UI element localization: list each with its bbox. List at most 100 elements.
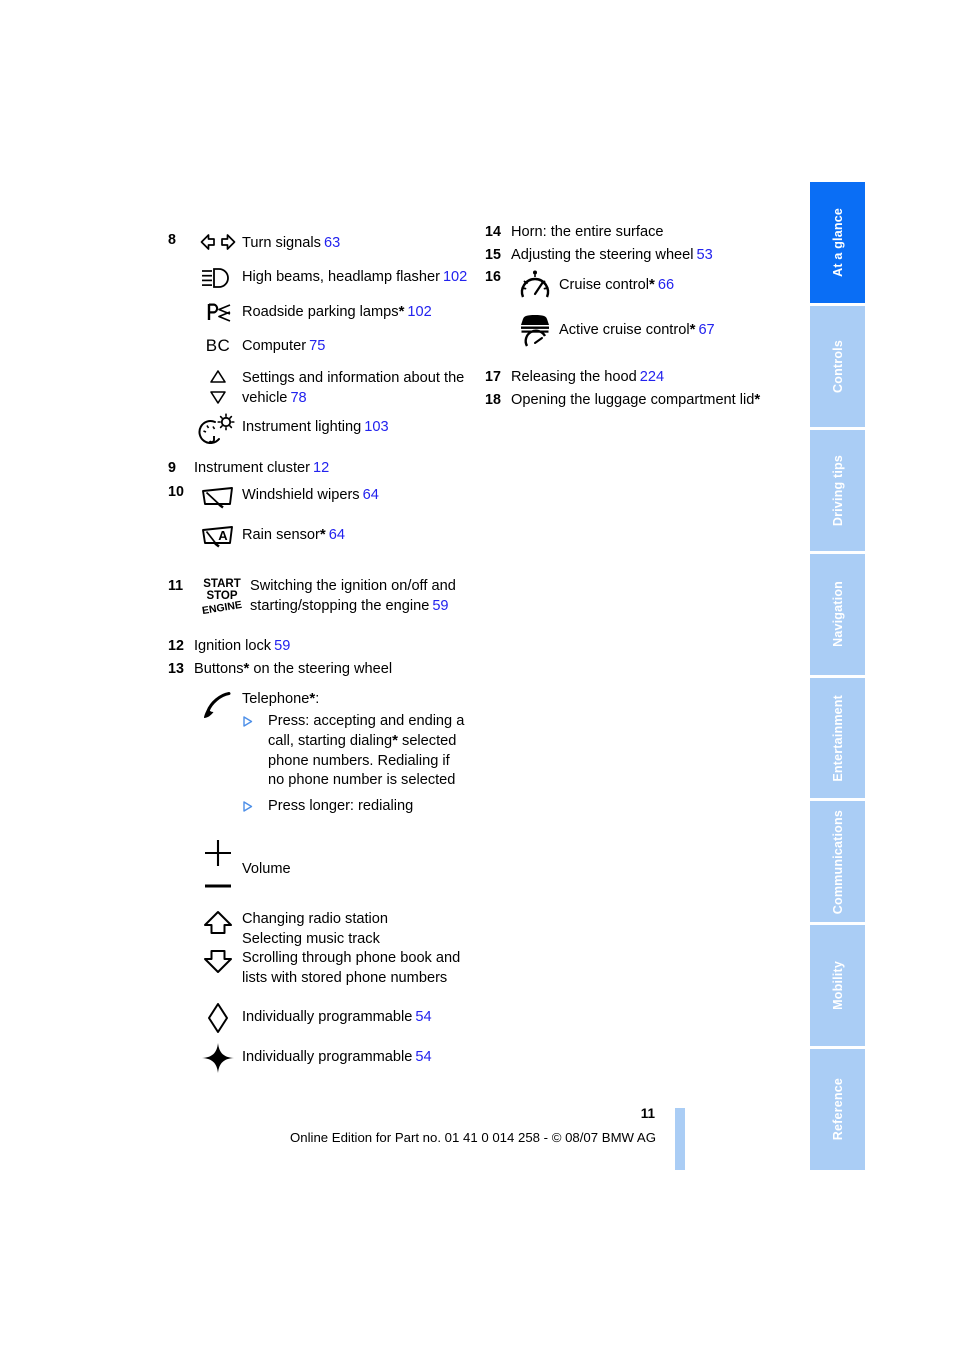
entry-settings-information-label: Settings and information about the vehic… [242, 370, 465, 406]
bullet-2-text-a: Press longer: redialing [268, 797, 414, 814]
tab-communications[interactable]: Communications [810, 801, 865, 923]
star-diamond-icon [194, 1042, 242, 1074]
item-18-luggage-compartment: 18 Opening the luggage compartment lid* [485, 390, 785, 410]
entry-programmable-star-ref[interactable]: 54 [415, 1049, 431, 1065]
roadside-parking-lamps-icon [194, 300, 242, 323]
footer-copyright-text: Online Edition for Part no. 01 41 0 014 … [290, 1130, 656, 1145]
entry-settings-information-text: Settings and information about the vehic… [242, 367, 468, 408]
entry-rain-sensor-label: Rain sensor [242, 527, 320, 543]
telephone-heading: Telephone*: [242, 689, 468, 710]
item-18-star: * [754, 391, 761, 408]
entry-instrument-lighting-ref[interactable]: 103 [364, 419, 388, 435]
entry-windshield-wipers-ref[interactable]: 64 [363, 487, 379, 503]
entry-roadside-parking-lamps-label: Roadside parking lamps [242, 303, 399, 320]
triangle-bullet-icon [242, 797, 268, 812]
bc-computer-icon: BC [194, 335, 242, 356]
entry-roadside-parking-lamps: Roadside parking lamps* 102 [194, 300, 468, 323]
updown-line-4: lists with stored phone numbers [242, 969, 448, 986]
svg-text:A: A [218, 528, 228, 543]
item-9-instrument-cluster: 9 Instrument cluster 12 [168, 458, 468, 478]
item-9-ref[interactable]: 12 [313, 460, 329, 476]
tab-driving-tips-label: Driving tips [830, 454, 845, 526]
item-12-label: Ignition lock [194, 638, 272, 654]
active-cruise-control-icon [511, 309, 559, 349]
entry-programmable-diamond-ref[interactable]: 54 [415, 1009, 431, 1025]
entry-rain-sensor-star: * [319, 526, 326, 543]
item-12-number: 12 [168, 638, 184, 654]
entry-turn-signals: Turn signals 63 [194, 232, 468, 254]
entry-computer: BC Computer 75 [194, 335, 468, 357]
entry-volume-text: Volume [242, 838, 468, 880]
entry-instrument-lighting: Instrument lighting 103 [194, 412, 468, 444]
entry-turn-signals-ref[interactable]: 63 [324, 235, 340, 251]
up-down-block-arrows-icon [194, 910, 242, 974]
tab-mobility[interactable]: Mobility [810, 925, 865, 1047]
item-12-text: Ignition lock 59 [194, 636, 468, 656]
item-13-label-after: on the steering wheel [249, 661, 393, 677]
entry-computer-ref[interactable]: 75 [309, 338, 325, 354]
page-marker-bar [675, 1108, 685, 1170]
tab-entertainment-label: Entertainment [830, 694, 845, 782]
entry-cruise-control-text: Cruise control* 66 [559, 269, 785, 296]
item-13-steering-wheel-buttons: 13 Buttons* on the steering wheel [168, 659, 468, 679]
telephone-heading-before: Telephone [242, 691, 310, 707]
item-18-number: 18 [485, 392, 501, 408]
entry-rain-sensor-text: Rain sensor* 64 [242, 523, 468, 546]
item-15-ref[interactable]: 53 [697, 247, 713, 263]
cruise-control-gauge-icon [511, 269, 559, 301]
high-beams-icon [194, 266, 242, 289]
item-9-number: 9 [168, 460, 176, 476]
item-18-text: Opening the luggage compartment lid* [511, 390, 785, 410]
entry-active-cruise-control-text: Active cruise control* 67 [559, 309, 785, 341]
tab-at-a-glance[interactable]: At a glance [810, 182, 865, 303]
entry-programmable-diamond: Individually programmable 54 [194, 1002, 468, 1034]
list-item: Press: accepting and ending a call, star… [242, 712, 468, 791]
updown-line-1: Changing radio station [242, 911, 389, 927]
tab-navigation[interactable]: Navigation [810, 553, 865, 675]
tab-reference-label: Reference [830, 1078, 845, 1141]
item-15-label: Adjusting the steering wheel [511, 247, 694, 263]
item-17-ref[interactable]: 224 [640, 369, 664, 385]
item-13-number: 13 [168, 661, 184, 677]
item-17-releasing-hood: 17 Releasing the hood 224 [485, 367, 785, 387]
item-12-ignition-lock: 12 Ignition lock 59 [168, 636, 468, 656]
telephone-heading-after: : [315, 691, 320, 707]
entry-rain-sensor-ref[interactable]: 64 [329, 527, 345, 543]
rain-sensor-icon: A [194, 523, 242, 548]
entry-programmable-diamond-text: Individually programmable 54 [242, 1002, 468, 1028]
entry-programmable-star-label: Individually programmable [242, 1049, 413, 1065]
left-column: 8 Turn signals 63 High beams, headlamp f… [168, 232, 468, 1074]
entry-telephone: Telephone*: Press: accepting and ending … [194, 689, 468, 822]
start-stop-line1: START [203, 578, 240, 590]
entry-cruise-control-ref[interactable]: 66 [658, 277, 674, 293]
entry-cruise-control-star: * [649, 276, 655, 293]
tab-at-a-glance-label: At a glance [830, 207, 845, 277]
entry-high-beams-ref[interactable]: 102 [443, 269, 467, 285]
tab-entertainment[interactable]: Entertainment [810, 677, 865, 799]
item-17-label: Releasing the hood [511, 369, 637, 385]
list-item-text: Press: accepting and ending a call, star… [268, 712, 468, 791]
item-10-number: 10 [168, 484, 184, 500]
item-17-text: Releasing the hood 224 [511, 367, 785, 387]
plus-minus-volume-icon [194, 838, 242, 894]
entry-programmable-star: Individually programmable 54 [194, 1042, 468, 1074]
telephone-bullet-list: Press: accepting and ending a call, star… [242, 712, 468, 817]
entry-start-stop-engine-ref[interactable]: 59 [432, 598, 448, 614]
entry-start-stop-engine-text: Switching the ignition on/off and starti… [250, 574, 468, 616]
entry-settings-information: Settings and information about the vehic… [194, 367, 468, 408]
tab-reference[interactable]: Reference [810, 1049, 865, 1170]
entry-active-cruise-control: Active cruise control* 67 [511, 309, 785, 349]
item-15-text: Adjusting the steering wheel 53 [511, 245, 785, 265]
entry-active-cruise-control-ref[interactable]: 67 [698, 322, 714, 338]
item-12-ref[interactable]: 59 [274, 638, 290, 654]
entry-active-cruise-control-star: * [689, 321, 696, 338]
item-17-number: 17 [485, 369, 501, 385]
tab-controls[interactable]: Controls [810, 305, 865, 427]
entry-rain-sensor: A Rain sensor* 64 [194, 523, 468, 548]
tab-driving-tips[interactable]: Driving tips [810, 429, 865, 551]
entry-roadside-parking-lamps-ref[interactable]: 102 [407, 304, 431, 320]
entry-settings-information-ref[interactable]: 78 [290, 390, 306, 406]
item-13-label-before: Buttons [194, 661, 244, 677]
manual-page: At a glance Controls Driving tips Naviga… [0, 0, 954, 1350]
item-16-number: 16 [485, 269, 501, 285]
